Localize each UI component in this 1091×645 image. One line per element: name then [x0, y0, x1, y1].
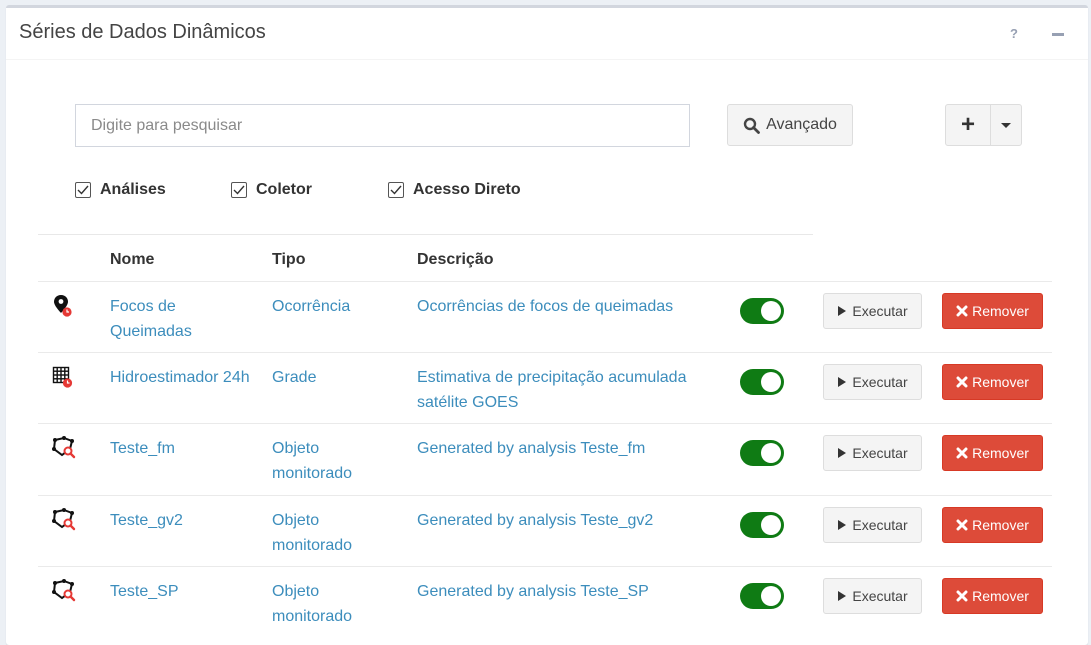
- check-icon: [233, 185, 245, 195]
- filter-collector[interactable]: Coletor: [231, 181, 312, 199]
- row-type-link[interactable]: Grade: [272, 365, 392, 390]
- remove-button[interactable]: Remover: [942, 435, 1043, 471]
- column-header-name: Nome: [110, 251, 155, 268]
- search-input[interactable]: [75, 104, 690, 147]
- table-row: Teste_SP Objeto monitorado Generated by …: [38, 566, 1052, 637]
- execute-button[interactable]: Executar: [823, 507, 922, 543]
- remove-label: Remover: [972, 303, 1029, 319]
- table-row: Teste_gv2 Objeto monitorado Generated by…: [38, 495, 1052, 566]
- filter-label-direct-access: Acesso Direto: [413, 181, 521, 198]
- play-icon: [838, 448, 847, 458]
- check-icon: [77, 185, 89, 195]
- execute-button[interactable]: Executar: [823, 364, 922, 400]
- grid-clock-icon: [52, 365, 74, 389]
- column-header-type: Tipo: [272, 251, 306, 268]
- search-icon: [743, 117, 760, 134]
- remove-button[interactable]: Remover: [942, 507, 1043, 543]
- play-icon: [838, 306, 847, 316]
- row-description-link[interactable]: Generated by analysis Teste_gv2: [417, 508, 717, 533]
- row-description-link[interactable]: Ocorrências de focos de queimadas: [417, 294, 717, 319]
- polygon-search-icon: [52, 579, 76, 603]
- polygon-search-icon: [52, 508, 76, 532]
- advanced-search-button[interactable]: Avançado: [727, 104, 853, 146]
- execute-button[interactable]: Executar: [823, 578, 922, 614]
- active-toggle[interactable]: [740, 512, 784, 538]
- checkbox-analyses[interactable]: [75, 182, 91, 198]
- row-type-link[interactable]: Objeto monitorado: [272, 579, 392, 629]
- row-type-link[interactable]: Objeto monitorado: [272, 508, 392, 558]
- column-header-description: Descrição: [417, 251, 494, 268]
- map-marker-clock-icon: [52, 294, 74, 318]
- active-toggle[interactable]: [740, 440, 784, 466]
- caret-down-icon: [1001, 122, 1011, 128]
- table-row: Hidroestimador 24h Grade Estimativa de p…: [38, 352, 1052, 423]
- filter-analyses[interactable]: Análises: [75, 181, 166, 199]
- remove-button[interactable]: Remover: [942, 578, 1043, 614]
- row-name-link[interactable]: Teste_gv2: [110, 508, 250, 533]
- play-icon: [838, 377, 847, 387]
- execute-label: Executar: [852, 588, 908, 604]
- minimize-icon[interactable]: [1052, 33, 1064, 36]
- table-row: Teste_fm Objeto monitorado Generated by …: [38, 423, 1052, 494]
- remove-button[interactable]: Remover: [942, 293, 1043, 329]
- row-name-link[interactable]: Teste_SP: [110, 579, 250, 604]
- polygon-search-icon: [52, 436, 76, 460]
- row-name-link[interactable]: Teste_fm: [110, 436, 250, 461]
- add-dropdown-toggle[interactable]: [990, 104, 1022, 146]
- active-toggle[interactable]: [740, 298, 784, 324]
- toggle-knob: [761, 372, 781, 392]
- close-icon: [956, 305, 968, 317]
- help-button[interactable]: ?: [1010, 26, 1018, 41]
- panel-title: Séries de Dados Dinâmicos: [19, 21, 266, 43]
- play-icon: [838, 591, 847, 601]
- active-toggle[interactable]: [740, 583, 784, 609]
- filter-label-analyses: Análises: [100, 181, 166, 198]
- check-icon: [390, 185, 402, 195]
- execute-label: Executar: [852, 303, 908, 319]
- toggle-knob: [761, 515, 781, 535]
- checkbox-collector[interactable]: [231, 182, 247, 198]
- close-icon: [956, 519, 968, 531]
- execute-button[interactable]: Executar: [823, 435, 922, 471]
- execute-button[interactable]: Executar: [823, 293, 922, 329]
- advanced-label: Avançado: [766, 116, 837, 133]
- play-icon: [838, 520, 847, 530]
- remove-button[interactable]: Remover: [942, 364, 1043, 400]
- execute-label: Executar: [852, 445, 908, 461]
- close-icon: [956, 590, 968, 602]
- filter-label-collector: Coletor: [256, 181, 312, 198]
- row-description-link[interactable]: Generated by analysis Teste_fm: [417, 436, 717, 461]
- remove-label: Remover: [972, 517, 1029, 533]
- remove-label: Remover: [972, 445, 1029, 461]
- add-button[interactable]: +: [945, 104, 991, 146]
- filter-direct-access[interactable]: Acesso Direto: [388, 181, 521, 199]
- dynamic-data-series-panel: Séries de Dados Dinâmicos ? Avançado + A…: [6, 5, 1088, 645]
- row-type-link[interactable]: Objeto monitorado: [272, 436, 392, 486]
- table-row: Focos de Queimadas Ocorrência Ocorrência…: [38, 281, 1052, 352]
- table-top-divider: [38, 234, 813, 235]
- close-icon: [956, 376, 968, 388]
- execute-label: Executar: [852, 374, 908, 390]
- row-description-link[interactable]: Estimativa de precipitação acumulada sat…: [417, 365, 717, 415]
- checkbox-direct-access[interactable]: [388, 182, 404, 198]
- row-name-link[interactable]: Focos de Queimadas: [110, 294, 250, 344]
- active-toggle[interactable]: [740, 369, 784, 395]
- toggle-knob: [761, 586, 781, 606]
- toggle-knob: [761, 443, 781, 463]
- toggle-knob: [761, 301, 781, 321]
- row-description-link[interactable]: Generated by analysis Teste_SP: [417, 579, 717, 604]
- row-type-link[interactable]: Ocorrência: [272, 294, 392, 319]
- panel-header: Séries de Dados Dinâmicos ?: [6, 8, 1088, 60]
- remove-label: Remover: [972, 374, 1029, 390]
- close-icon: [956, 447, 968, 459]
- execute-label: Executar: [852, 517, 908, 533]
- remove-label: Remover: [972, 588, 1029, 604]
- row-name-link[interactable]: Hidroestimador 24h: [110, 365, 250, 390]
